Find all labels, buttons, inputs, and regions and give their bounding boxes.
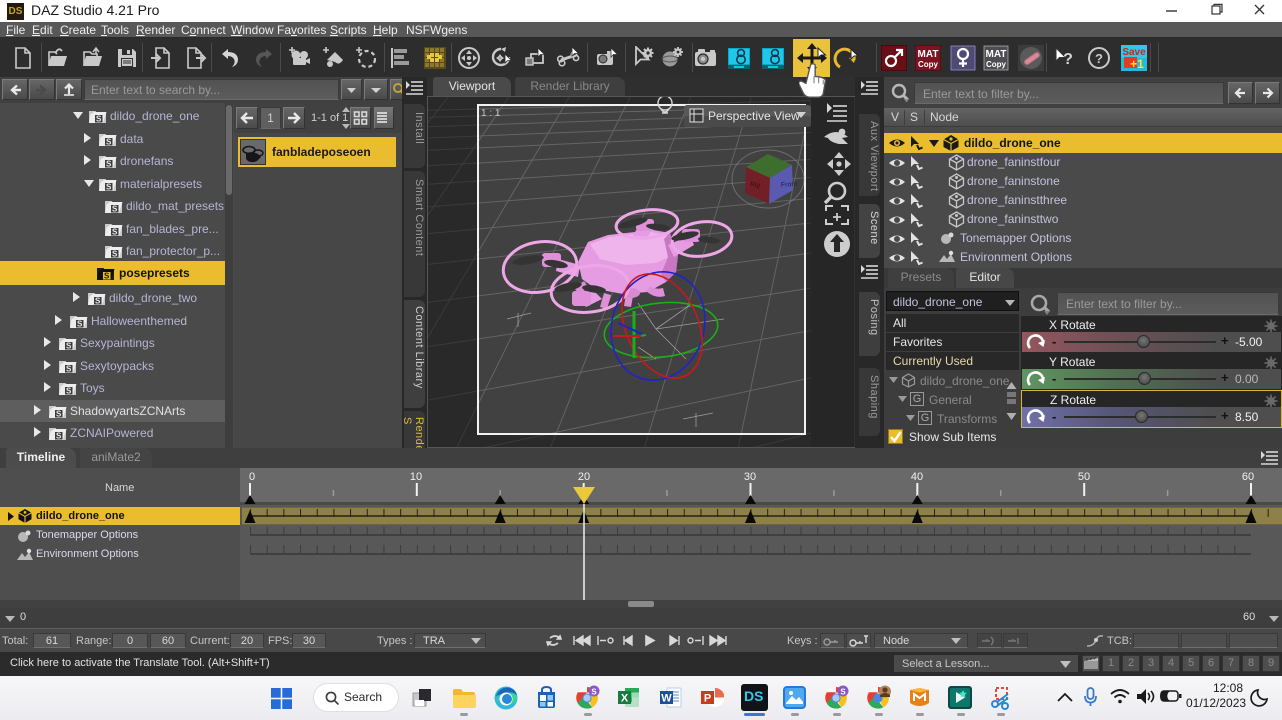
svg-text:50: 50 — [1078, 471, 1090, 483]
svg-text:S: S — [106, 137, 112, 146]
svg-text:S: S — [106, 182, 112, 191]
svg-text:S: S — [591, 688, 597, 697]
svg-text:S: S — [66, 386, 72, 395]
svg-text:10: 10 — [410, 471, 422, 483]
svg-text:?: ? — [1063, 51, 1073, 68]
svg-text:S: S — [66, 341, 72, 350]
svg-text:S: S — [106, 159, 112, 168]
svg-text:0: 0 — [249, 471, 255, 483]
svg-text:40: 40 — [911, 471, 923, 483]
svg-text:MAT: MAT — [986, 49, 1007, 60]
svg-text:S: S — [56, 431, 62, 440]
svg-text:S: S — [112, 227, 118, 236]
svg-text:60: 60 — [1242, 471, 1254, 483]
svg-text:S: S — [840, 688, 846, 697]
svg-text:S: S — [112, 204, 118, 213]
svg-text:W: W — [661, 693, 672, 705]
svg-text:X: X — [621, 693, 629, 705]
svg-text:S: S — [112, 249, 118, 258]
svg-text:S: S — [95, 296, 101, 305]
svg-text:Perspective View: Perspective View — [708, 109, 800, 123]
svg-text:S: S — [104, 271, 110, 280]
svg-text:S: S — [66, 364, 72, 373]
svg-text:MAT: MAT — [918, 49, 939, 60]
svg-text:S: S — [96, 114, 102, 123]
svg-text:P: P — [704, 693, 711, 705]
svg-text:1 : 1: 1 : 1 — [481, 108, 501, 119]
svg-text:+1: +1 — [1130, 57, 1144, 71]
svg-text:Copy: Copy — [918, 60, 939, 69]
svg-text:S: S — [56, 409, 62, 418]
svg-text:Rig: Rig — [750, 181, 761, 189]
svg-text:20: 20 — [578, 471, 590, 483]
svg-text:30: 30 — [744, 471, 756, 483]
svg-text:?: ? — [1095, 51, 1103, 66]
svg-text:Front: Front — [781, 181, 798, 189]
svg-text:S: S — [77, 319, 83, 328]
svg-text:Copy: Copy — [986, 60, 1007, 69]
